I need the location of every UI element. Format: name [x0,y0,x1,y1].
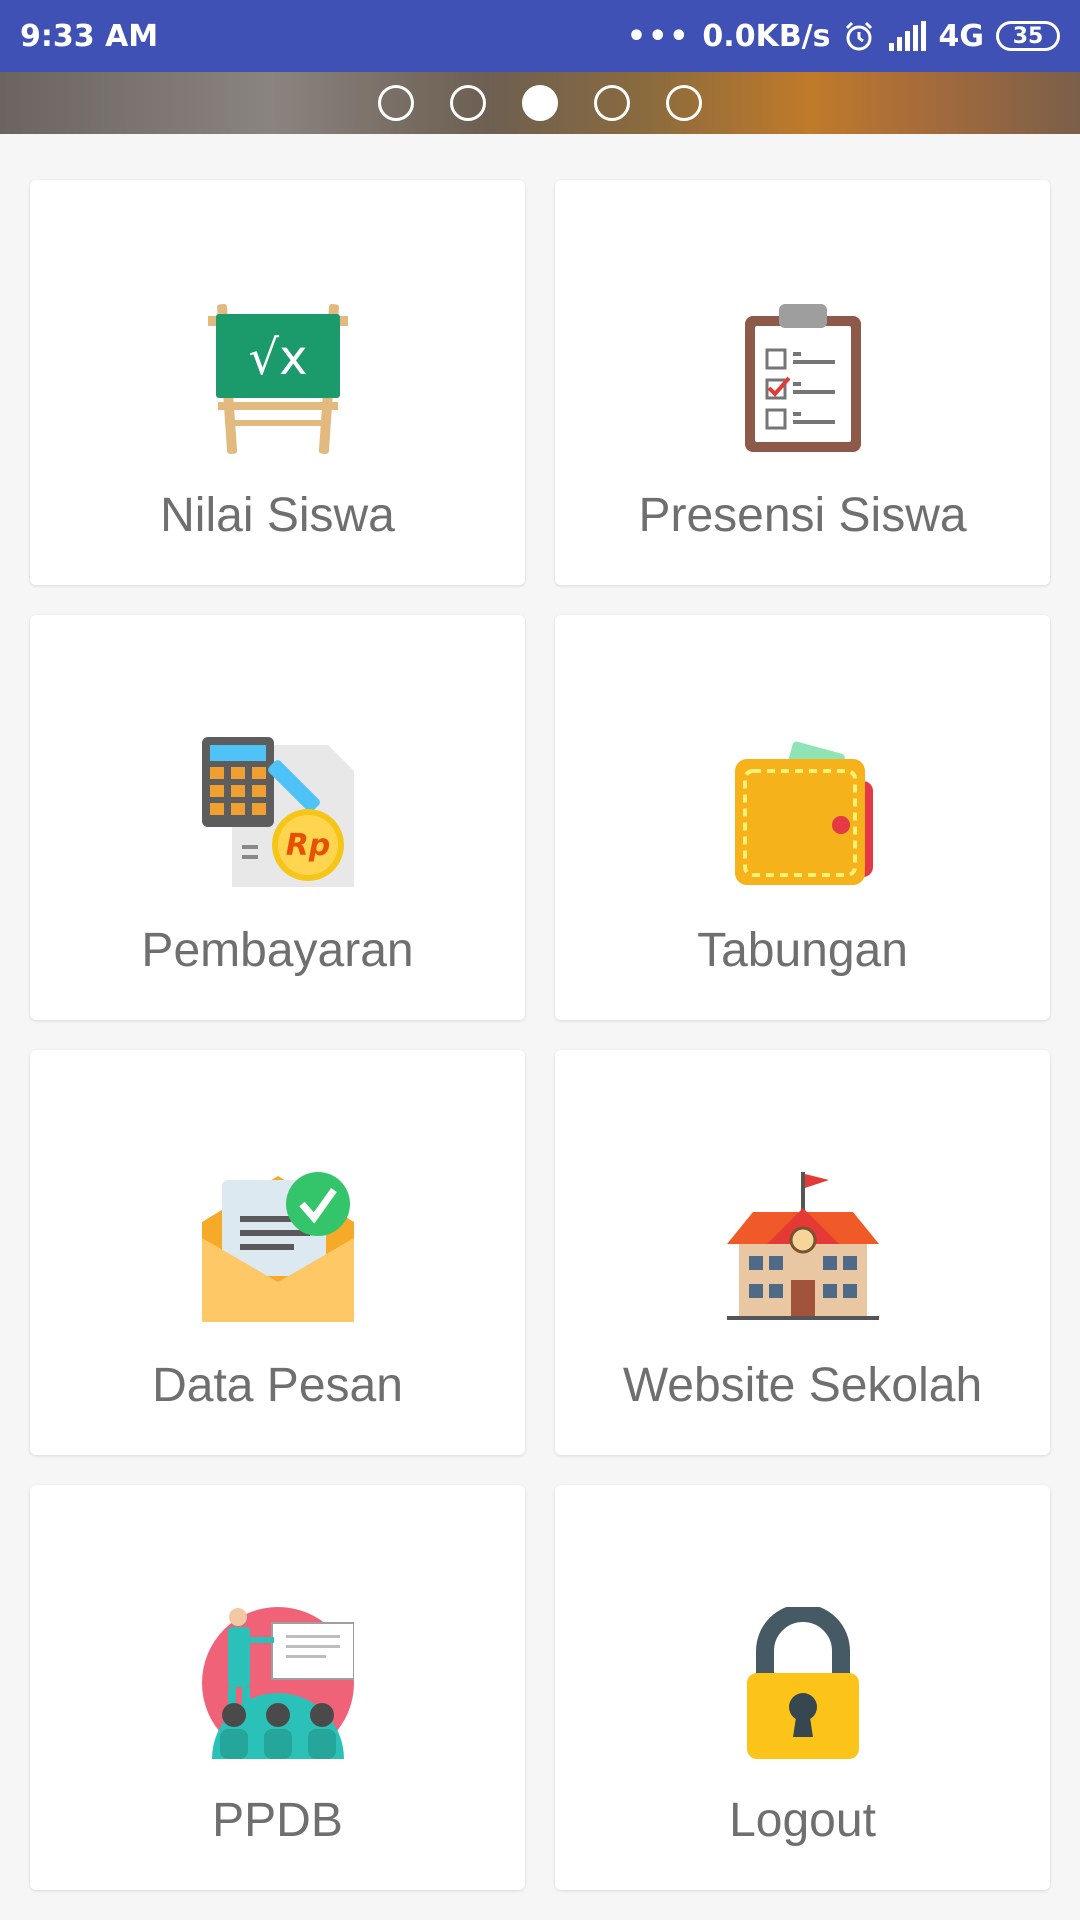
network-speed: 0.0KB/s [702,18,831,54]
image-slider-banner[interactable] [0,72,1080,134]
alarm-icon [845,21,872,51]
more-notifications-icon: ••• [626,18,691,54]
status-bar: 9:33 AM ••• 0.0KB/s 4G 35 [0,0,1080,72]
status-indicators: ••• 0.0KB/s 4G 35 [627,19,1060,54]
menu-label: Pembayaran [141,924,414,977]
pager-dot-1[interactable] [378,85,414,121]
menu-label: PPDB [212,1794,343,1847]
menu-grid: √x Nilai Siswa Presensi Siswa Rp Pembaya… [30,180,1050,1890]
battery-icon: 35 [996,21,1060,51]
calculator-payment-icon: Rp [201,737,354,887]
network-type: 4G [938,18,985,54]
menu-label: Website Sekolah [622,1359,983,1412]
battery-level: 35 [1012,23,1044,49]
pager-dot-3-active[interactable] [522,85,558,121]
school-building-icon [726,1172,879,1320]
signal-icon [888,21,926,51]
menu-label: Tabungan [697,924,908,977]
chalkboard-sqrt-icon: √x [207,304,348,454]
menu-card-nilai-siswa[interactable]: √x Nilai Siswa [30,180,525,585]
pager-dot-5[interactable] [666,85,702,121]
pager-dot-2[interactable] [450,85,486,121]
menu-card-logout[interactable]: Logout [555,1485,1050,1890]
menu-card-ppdb[interactable]: PPDB [30,1485,525,1890]
menu-card-presensi-siswa[interactable]: Presensi Siswa [555,180,1050,585]
envelope-message-icon [201,1172,354,1322]
menu-label: Nilai Siswa [160,489,395,542]
menu-card-data-pesan[interactable]: Data Pesan [30,1050,525,1455]
wallet-icon [734,741,873,885]
presentation-teacher-icon [201,1607,354,1759]
menu-card-tabungan[interactable]: Tabungan [555,615,1050,1020]
svg-text:Rp: Rp [285,828,330,863]
clipboard-checklist-icon [744,304,861,452]
padlock-icon [746,1607,859,1759]
menu-label: Data Pesan [152,1359,403,1412]
menu-card-pembayaran[interactable]: Rp Pembayaran [30,615,525,1020]
status-time: 9:33 AM [20,18,159,54]
svg-text:√x: √x [248,330,307,386]
pager-dot-4[interactable] [594,85,630,121]
menu-label: Logout [729,1794,876,1847]
menu-label: Presensi Siswa [638,489,967,542]
menu-card-website-sekolah[interactable]: Website Sekolah [555,1050,1050,1455]
